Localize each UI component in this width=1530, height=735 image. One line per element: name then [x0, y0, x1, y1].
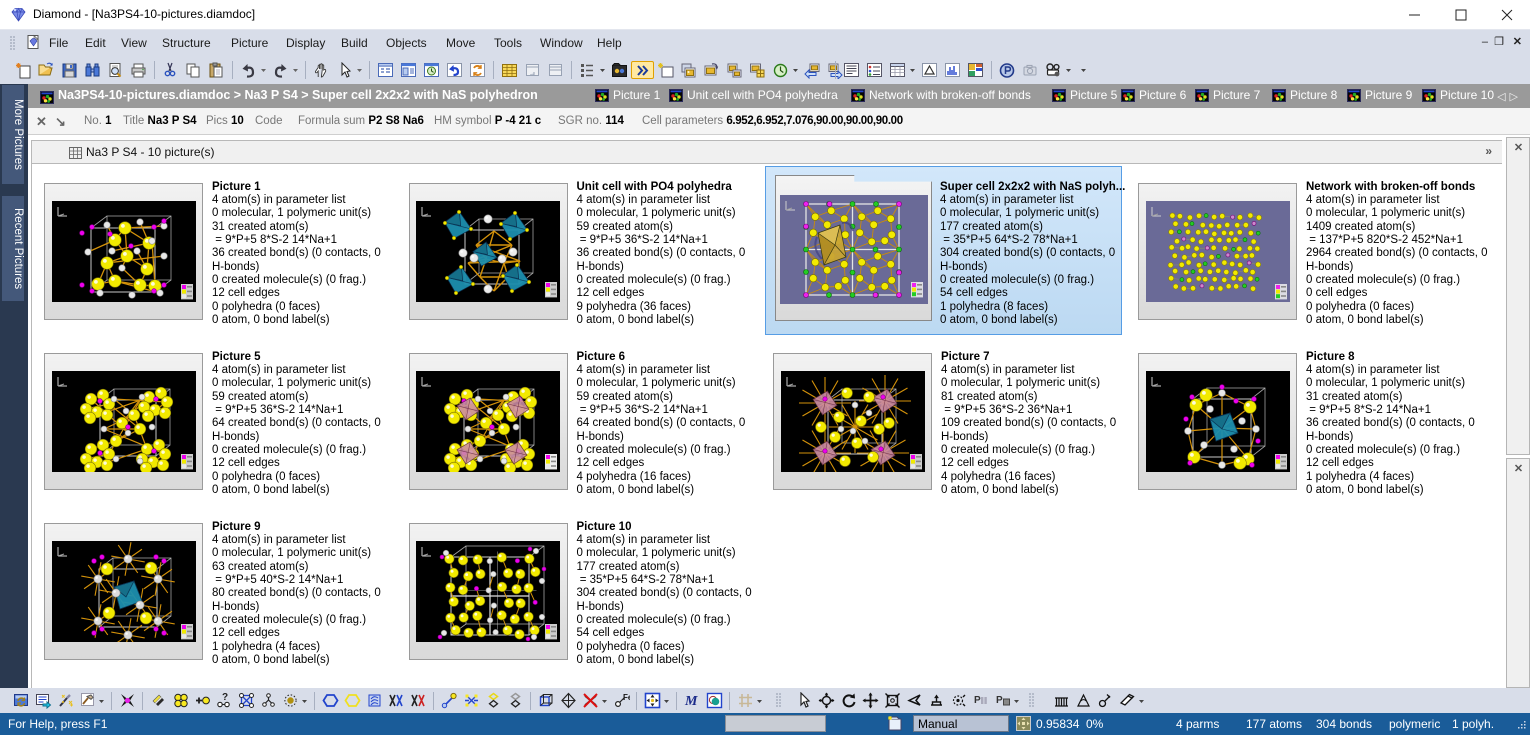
svg-text:?: ? — [222, 692, 228, 703]
svg-text:Fe: Fe — [623, 693, 630, 702]
svg-text:P: P — [974, 695, 981, 706]
svg-text:M: M — [684, 694, 698, 709]
svg-text:P: P — [996, 695, 1003, 706]
